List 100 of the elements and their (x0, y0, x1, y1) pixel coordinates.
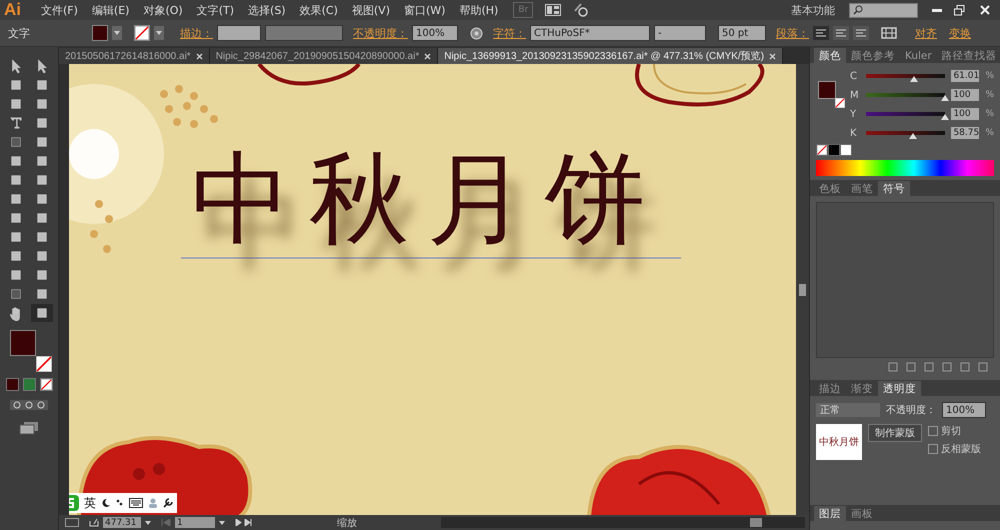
panel-tab[interactable]: 画板 (846, 506, 878, 521)
panel-tab[interactable]: 图层 (814, 506, 846, 521)
opacity-field[interactable]: 100% (412, 25, 458, 41)
blend-mode-dropdown[interactable]: 正常 (816, 403, 880, 417)
transform-link[interactable]: 变换 (949, 26, 971, 40)
artboard-number-field[interactable]: 1 (175, 517, 215, 528)
caret-icon (145, 520, 151, 524)
language-toggle[interactable]: 英 (84, 494, 96, 512)
panel-tab[interactable]: 画笔 (846, 181, 878, 196)
color-mode-button[interactable] (6, 378, 18, 391)
character-link[interactable]: 字符： (493, 26, 526, 40)
opacity-link[interactable]: 不透明度： (353, 26, 408, 40)
checkbox[interactable] (928, 426, 938, 436)
drawing-modes-icon[interactable] (9, 399, 49, 411)
horizontal-scrollbar[interactable] (441, 517, 805, 528)
paragraph-link[interactable]: 段落： (776, 26, 809, 40)
keyboard-icon[interactable] (129, 498, 143, 508)
close-icon[interactable] (769, 52, 776, 60)
channel-value-field[interactable]: 58.75 (951, 127, 980, 139)
panel-tab[interactable]: 透明度 (878, 381, 921, 396)
document-tab[interactable]: Nipic_29842067_20190905150420890000.ai* (210, 48, 438, 64)
moon-icon[interactable] (101, 498, 111, 508)
stroke-swatch[interactable] (134, 25, 150, 41)
checkbox[interactable] (928, 444, 938, 454)
close-icon (980, 5, 990, 15)
app-logo: Ai (3, 0, 22, 20)
font-style-field[interactable]: - (654, 25, 706, 41)
channel-value-field[interactable]: 100 (951, 108, 980, 120)
text-frame-icon[interactable] (881, 27, 897, 39)
menu-item[interactable]: 视图(V) (344, 2, 397, 18)
stroke-link[interactable]: 描边： (180, 26, 213, 40)
globe-icon[interactable] (470, 26, 483, 40)
channel-label: M (850, 90, 860, 100)
paper-swatch[interactable] (840, 144, 852, 156)
type-icon[interactable] (8, 115, 24, 131)
search-icon (853, 5, 863, 15)
fill-dropdown[interactable] (112, 26, 122, 40)
slider-thumb[interactable] (908, 133, 917, 139)
last-page-icon[interactable] (235, 519, 253, 526)
menu-item[interactable]: 编辑(E) (84, 2, 136, 18)
vertical-scrollbar[interactable] (796, 64, 809, 515)
export-icon[interactable] (89, 518, 99, 527)
font-family-field[interactable]: CTHuPoSF* (530, 25, 650, 41)
panel-tab[interactable]: 符号 (878, 181, 910, 196)
panel-tab[interactable]: 颜色 (814, 48, 846, 63)
panel-tab[interactable]: 渐变 (846, 381, 878, 396)
channel-label: K (850, 128, 858, 138)
make-mask-button[interactable]: 制作蒙版 (868, 424, 922, 442)
channel-value-field[interactable]: 61.01 (951, 70, 980, 82)
align-button[interactable] (853, 26, 869, 40)
align-button[interactable] (813, 26, 829, 40)
stroke-color-box[interactable] (835, 98, 845, 108)
close-icon[interactable] (424, 52, 432, 60)
slider-thumb[interactable] (910, 76, 918, 82)
document-tab[interactable]: Nipic_13699913_20130923135902336167.ai* @ 477.31% (CMYK/预览) (438, 48, 784, 64)
fill-color-box[interactable] (818, 81, 836, 99)
caret-icon (114, 31, 120, 35)
panel-tab[interactable]: 颜色参考 (846, 48, 900, 63)
menu-item[interactable]: 帮助(H) (452, 2, 506, 18)
stroke-color-box[interactable] (36, 356, 52, 372)
menu-item[interactable]: 窗口(W) (396, 2, 452, 18)
channel-value-field[interactable]: 100 (951, 89, 980, 101)
opacity-label: 不透明度： (886, 404, 936, 417)
font-size-field[interactable]: 50 pt (718, 25, 766, 41)
text-align-icon (816, 28, 826, 38)
none-mode-button[interactable] (40, 378, 52, 391)
default-fill-swatch[interactable] (828, 144, 840, 156)
minimize-icon (932, 8, 942, 12)
document-tab[interactable]: 20150506172614816000.ai* (59, 48, 210, 64)
fill-color-box[interactable] (10, 330, 36, 356)
close-icon[interactable] (196, 52, 203, 60)
panel-tab[interactable]: 色板 (814, 181, 846, 196)
align-link[interactable]: 对齐 (915, 26, 937, 40)
align-button[interactable] (833, 26, 849, 40)
workspace-switcher[interactable]: 基本功能 (791, 2, 835, 18)
variable-width-dropdown[interactable] (265, 25, 343, 41)
artboard-navigator-icon[interactable] (65, 518, 79, 527)
menu-item[interactable]: 对象(O) (136, 2, 190, 18)
opacity-field[interactable]: 100% (942, 402, 986, 418)
search-field[interactable] (849, 2, 918, 18)
menu-item[interactable]: 文件(F) (34, 2, 85, 18)
menu-item[interactable]: 选择(S) (241, 2, 293, 18)
panel-tab[interactable]: 描边 (814, 381, 846, 396)
stroke-dropdown[interactable] (154, 26, 164, 40)
screen-mode-icon[interactable] (19, 421, 39, 435)
gradient-mode-button[interactable] (22, 378, 36, 391)
panel-tab[interactable]: Kuler (900, 48, 937, 63)
menu-item[interactable]: 效果(C) (292, 2, 345, 18)
fill-swatch[interactable] (92, 25, 108, 41)
zoom-field[interactable]: 477.31 (103, 517, 141, 528)
color-spectrum[interactable] (816, 160, 994, 176)
punctuation-icon[interactable] (116, 498, 124, 508)
stroke-weight-field[interactable] (217, 25, 261, 41)
wrench-icon[interactable] (163, 498, 173, 508)
text-align-icon (856, 28, 866, 38)
layout-grid-icon[interactable] (545, 4, 562, 16)
gpu-performance-icon[interactable] (573, 3, 590, 17)
none-swatch[interactable] (816, 144, 828, 156)
menu-item[interactable]: 文字(T) (190, 2, 242, 18)
panel-tab[interactable]: 路径查找器 (936, 48, 1000, 63)
